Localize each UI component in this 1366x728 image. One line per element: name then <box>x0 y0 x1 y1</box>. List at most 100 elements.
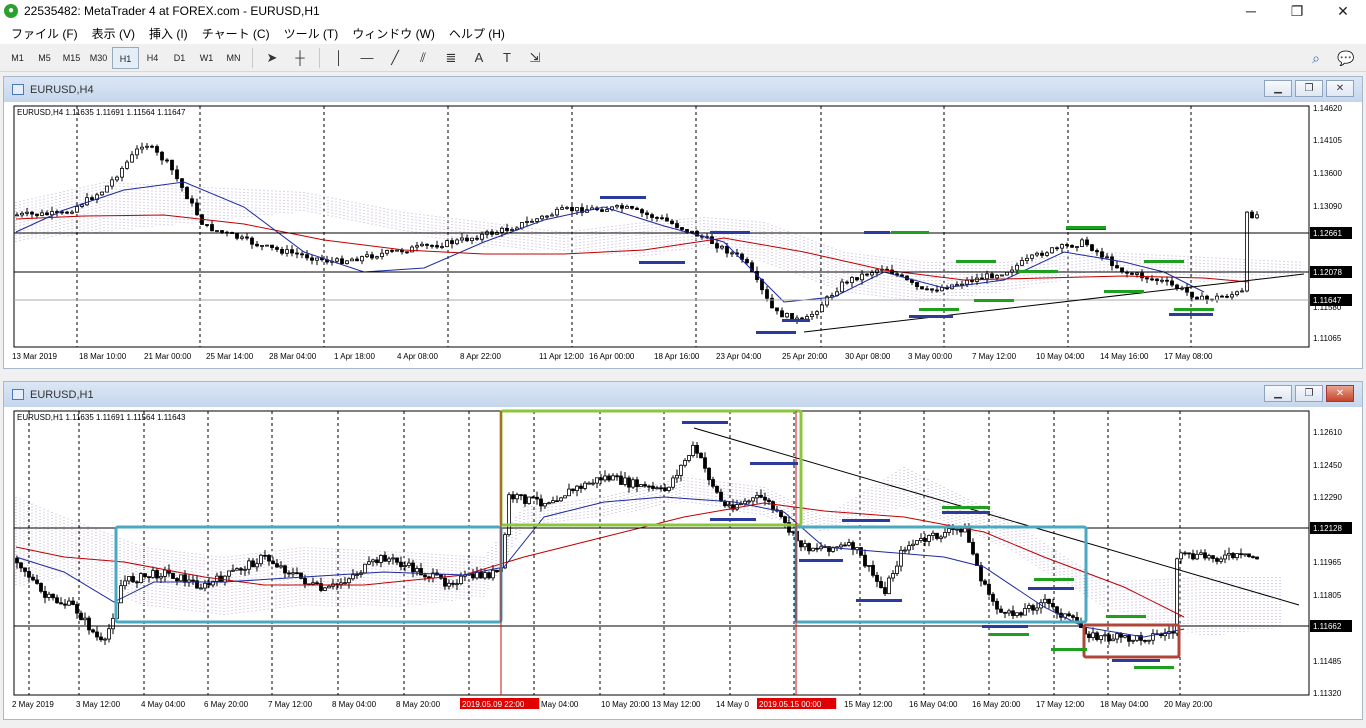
candle-body <box>270 244 274 248</box>
candle-body <box>1130 272 1134 275</box>
timeframe-m5-button[interactable]: M5 <box>31 47 58 69</box>
close-button[interactable]: ✕ <box>1320 0 1366 22</box>
chart-restore-button[interactable]: ❐ <box>1295 80 1323 97</box>
candle-body <box>1243 553 1247 556</box>
menu-tools[interactable]: ツール (T) <box>277 25 346 42</box>
horizontal-line-tool-icon[interactable]: — <box>353 47 381 69</box>
candle-body <box>605 209 609 212</box>
timeframe-mn-button[interactable]: MN <box>220 47 247 69</box>
candle-body <box>911 543 915 547</box>
candle-body <box>1085 239 1089 246</box>
candle-body <box>471 573 475 579</box>
cursor-tool-icon[interactable]: ➤ <box>258 47 286 69</box>
candle-body <box>919 538 923 541</box>
candle-body <box>567 488 571 497</box>
menu-window[interactable]: ウィンドウ (W) <box>345 25 442 42</box>
candle-body <box>780 310 784 318</box>
swing-high-marker <box>982 625 1028 628</box>
arrows-tool-icon[interactable]: ⇲ <box>521 47 549 69</box>
candle-body <box>170 159 174 171</box>
candle-body <box>1100 251 1104 258</box>
candle-body <box>583 482 587 489</box>
chart-minimize-button[interactable]: ▁ <box>1264 385 1292 402</box>
menu-file[interactable]: ファイル (F) <box>4 25 85 42</box>
timeframe-h1-button[interactable]: H1 <box>112 46 139 69</box>
menu-help[interactable]: ヘルプ (H) <box>442 25 512 42</box>
candle-body <box>360 256 364 262</box>
text-tool-icon[interactable]: A <box>465 47 493 69</box>
search-icon[interactable]: ⌕ <box>1306 47 1326 69</box>
swing-low-marker <box>1066 226 1106 229</box>
candle-body <box>1035 252 1039 256</box>
timeframe-m1-button[interactable]: M1 <box>4 47 31 69</box>
chart-window-controls: ▁ ❐ ✕ <box>1264 80 1354 97</box>
candle-body <box>1095 632 1099 640</box>
menu-chart[interactable]: チャート (C) <box>195 25 277 42</box>
candle-body <box>1087 633 1091 639</box>
candle-body <box>305 254 309 259</box>
chart-close-button[interactable]: ✕ <box>1326 80 1354 97</box>
price-chart-h1[interactable]: EURUSD,H1 1.11635 1.11691 1.11564 1.1164… <box>4 407 1362 719</box>
candle-body <box>1060 244 1064 249</box>
candle-body <box>291 572 295 575</box>
candle-body <box>65 211 69 214</box>
time-axis-label: 10 May 04:00 <box>1036 352 1085 361</box>
timeframe-h4-button[interactable]: H4 <box>139 47 166 69</box>
menu-insert[interactable]: 挿入 (I) <box>142 25 195 42</box>
candle-body <box>623 477 627 485</box>
candle-body <box>695 444 699 454</box>
trendline-tool-icon[interactable]: ╱ <box>381 47 409 69</box>
candle-body <box>423 574 427 578</box>
candle-body <box>390 250 394 252</box>
candle-body <box>675 223 679 228</box>
candle-body <box>91 629 95 633</box>
chart-restore-button[interactable]: ❐ <box>1295 385 1323 402</box>
candle-body <box>765 289 769 299</box>
time-axis-label: 2019.05.09 22:00 <box>462 700 525 709</box>
timeframe-m15-button[interactable]: M15 <box>58 47 85 69</box>
candle-body <box>205 224 209 226</box>
time-axis-label: 11 Apr 12:00 <box>539 352 584 361</box>
candle-body <box>427 576 431 579</box>
candle-body <box>651 485 655 489</box>
crosshair-tool-icon[interactable]: ┼ <box>286 47 314 69</box>
candle-body <box>500 227 504 233</box>
candle-body <box>747 500 751 503</box>
vertical-line-tool-icon[interactable]: │ <box>325 47 353 69</box>
chart-minimize-button[interactable]: ▁ <box>1264 80 1292 97</box>
time-axis-label: 2 May 2019 <box>12 700 54 709</box>
price-chart-h4[interactable]: EURUSD,H4 1.11635 1.11691 1.11564 1.1164… <box>4 102 1362 368</box>
price-axis-label: 1.11320 <box>1313 689 1342 698</box>
equidistant-channel-tool-icon[interactable]: ⫽ <box>409 47 437 69</box>
time-axis-label: 25 Apr 20:00 <box>782 352 828 361</box>
candle-body <box>995 600 999 610</box>
candle-body <box>1027 605 1031 609</box>
minimize-button[interactable]: ─ <box>1228 0 1274 22</box>
candle-body <box>595 477 599 484</box>
maximize-button[interactable]: ❐ <box>1274 0 1320 22</box>
swing-high-marker <box>782 319 810 322</box>
swing-low-marker <box>919 308 959 311</box>
chart-window-h4[interactable]: EURUSD,H4 ▁ ❐ ✕ EURUSD,H4 1.11635 1.1169… <box>3 76 1363 369</box>
candle-body <box>447 582 451 587</box>
text-label-tool-icon[interactable]: T <box>493 47 521 69</box>
candle-body <box>991 593 995 602</box>
chart-window-h1[interactable]: EURUSD,H1 ▁ ❐ ✕ EURUSD,H1 1.11635 1.1169… <box>3 381 1363 720</box>
chat-icon[interactable]: 💬 <box>1336 47 1356 69</box>
swing-low-marker <box>1174 308 1214 311</box>
candle-body <box>1235 553 1239 559</box>
timeframe-w1-button[interactable]: W1 <box>193 47 220 69</box>
candle-body <box>150 145 154 148</box>
timeframe-d1-button[interactable]: D1 <box>166 47 193 69</box>
candle-body <box>190 198 194 204</box>
fibonacci-tool-icon[interactable]: ≣ <box>437 47 465 69</box>
candle-body <box>1255 214 1259 219</box>
candle-body <box>440 246 444 248</box>
candle-body <box>965 279 969 285</box>
candle-body <box>295 572 299 575</box>
chart-close-button[interactable]: ✕ <box>1326 385 1354 402</box>
menu-view[interactable]: 表示 (V) <box>85 25 142 42</box>
candle-body <box>79 612 83 621</box>
candle-body <box>1055 606 1059 614</box>
timeframe-m30-button[interactable]: M30 <box>85 47 112 69</box>
